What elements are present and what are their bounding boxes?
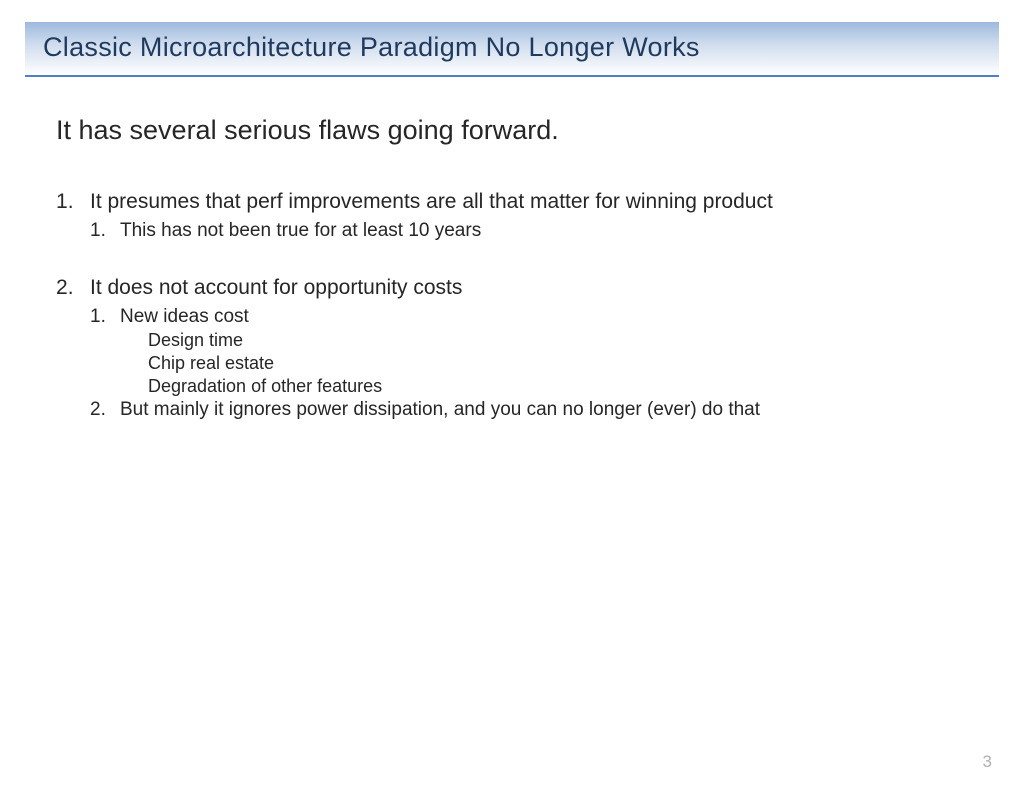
sub-list: New ideas cost Design time Chip real est… xyxy=(90,306,976,421)
slide-title-bar: Classic Microarchitecture Paradigm No Lo… xyxy=(25,22,999,77)
list-item-text: But mainly it ignores power dissipation,… xyxy=(120,399,760,420)
list-item: But mainly it ignores power dissipation,… xyxy=(90,399,976,421)
page-number: 3 xyxy=(983,752,992,772)
plain-list: Design time Chip real estate Degradation… xyxy=(120,330,976,397)
list-item-text: It presumes that perf improvements are a… xyxy=(90,190,773,213)
list-item-text: New ideas cost xyxy=(120,306,249,327)
list-item-text: This has not been true for at least 10 y… xyxy=(120,220,481,241)
main-list: It presumes that perf improvements are a… xyxy=(56,190,976,421)
list-item: It presumes that perf improvements are a… xyxy=(56,190,976,242)
lead-paragraph: It has several serious flaws going forwa… xyxy=(56,115,976,146)
list-item: This has not been true for at least 10 y… xyxy=(90,220,976,242)
slide-title: Classic Microarchitecture Paradigm No Lo… xyxy=(43,32,981,63)
list-item: Degradation of other features xyxy=(148,376,976,397)
list-item: Chip real estate xyxy=(148,353,976,374)
list-item: It does not account for opportunity cost… xyxy=(56,276,976,421)
list-item: Design time xyxy=(148,330,976,351)
list-item: New ideas cost Design time Chip real est… xyxy=(90,306,976,397)
slide-content: It has several serious flaws going forwa… xyxy=(0,77,1024,421)
sub-list: This has not been true for at least 10 y… xyxy=(90,220,976,242)
list-item-text: It does not account for opportunity cost… xyxy=(90,276,462,299)
